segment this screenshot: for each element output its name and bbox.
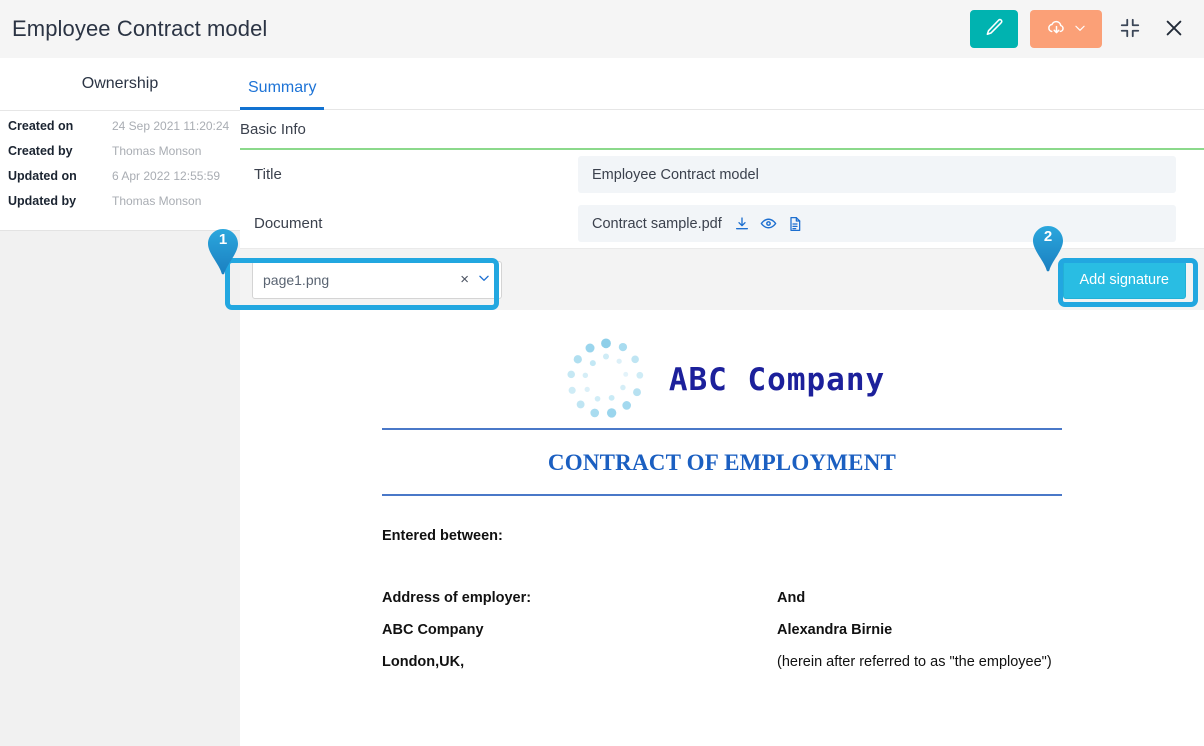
parties-columns: Address of employer: ABC Company London,… — [382, 590, 1062, 686]
company-logo: ABC Company — [240, 332, 1204, 428]
ownership-value: Thomas Monson — [112, 194, 202, 208]
title-bar: Employee Contract model — [0, 0, 1204, 58]
tab-bar: Summary — [240, 58, 1204, 110]
employer-column: Address of employer: ABC Company London,… — [382, 590, 777, 686]
employer-city: London,UK, — [382, 654, 465, 670]
contract-heading: CONTRACT OF EMPLOYMENT — [547, 450, 897, 475]
ownership-header: Ownership — [0, 58, 240, 111]
collapse-button[interactable] — [1114, 13, 1146, 45]
cloud-download-icon — [1046, 17, 1067, 41]
eye-icon[interactable] — [760, 215, 777, 232]
edit-button[interactable] — [970, 10, 1018, 48]
ownership-label: Created on — [8, 119, 74, 133]
page-select-value: page1.png — [263, 271, 330, 288]
ownership-row: Updated by Thomas Monson — [0, 194, 240, 219]
close-button[interactable] — [1158, 13, 1190, 45]
entered-between-label: Entered between: — [382, 528, 503, 544]
document-toolbar: page1.png × Add signature — [240, 248, 1204, 310]
title-value: Employee Contract model — [578, 156, 1176, 193]
employer-label: Address of employer: — [382, 590, 532, 606]
logo-text: ABC Company — [668, 362, 886, 398]
ownership-value: 24 Sep 2021 11:20:24 — [112, 119, 230, 133]
collapse-icon — [1119, 17, 1141, 42]
ownership-row: Updated on 6 Apr 2022 12:55:59 — [0, 169, 240, 194]
document-preview: ABC Company CONTRACT OF EMPLOYMENT Enter… — [240, 310, 1204, 740]
title-text: Employee Contract model — [592, 166, 759, 183]
ownership-label: Updated by — [8, 194, 77, 208]
title-label: Title — [254, 166, 282, 183]
main-panel: Summary Basic Info Title Employee Contra… — [240, 58, 1204, 746]
and-label: And — [777, 590, 806, 606]
ownership-label: Created by — [8, 144, 73, 158]
tab-summary[interactable]: Summary — [240, 79, 325, 110]
basic-info-form: Title Employee Contract model Document C… — [240, 150, 1204, 248]
ownership-label: Updated on — [8, 169, 77, 183]
file-icon[interactable] — [787, 216, 803, 232]
page-title: Employee Contract model — [12, 16, 268, 41]
form-row-document: Document Contract sample.pdf — [240, 199, 1204, 248]
add-signature-button[interactable]: Add signature — [1062, 260, 1186, 299]
document-value: Contract sample.pdf — [578, 205, 1176, 242]
chevron-down-icon — [1073, 21, 1087, 38]
document-filename: Contract sample.pdf — [592, 215, 722, 232]
form-row-title: Title Employee Contract model — [240, 150, 1204, 199]
document-actions — [734, 215, 803, 232]
clear-icon[interactable]: × — [460, 271, 469, 288]
employee-name: Alexandra Birnie — [777, 622, 893, 638]
employee-column: And Alexandra Birnie (herein after refer… — [777, 590, 1062, 686]
download-icon[interactable] — [734, 216, 750, 232]
section-header-basic-info: Basic Info — [240, 110, 1204, 150]
application-window: Employee Contract model Ownership Create… — [0, 0, 1204, 746]
ownership-rows: Created on 24 Sep 2021 11:20:24 Created … — [0, 111, 240, 219]
employee-note: (herein after referred to as "the employ… — [777, 654, 1052, 670]
contract-body: Entered between: Address of employer: AB… — [240, 496, 1204, 686]
ownership-card: Ownership Created on 24 Sep 2021 11:20:2… — [0, 58, 240, 231]
employer-name: ABC Company — [382, 622, 484, 638]
document-label: Document — [254, 215, 323, 232]
ownership-row: Created on 24 Sep 2021 11:20:24 — [0, 119, 240, 144]
page-select[interactable]: page1.png × — [252, 260, 502, 299]
chevron-down-icon[interactable] — [477, 271, 491, 288]
left-panel: Ownership Created on 24 Sep 2021 11:20:2… — [0, 58, 240, 746]
dotted-circle-logo-icon — [559, 333, 653, 427]
pencil-icon — [985, 18, 1004, 40]
ownership-value: Thomas Monson — [112, 144, 202, 158]
titlebar-actions — [970, 10, 1190, 48]
download-button[interactable] — [1030, 10, 1102, 48]
close-icon — [1163, 17, 1185, 42]
ownership-value: 6 Apr 2022 12:55:59 — [112, 169, 221, 183]
ownership-row: Created by Thomas Monson — [0, 144, 240, 169]
